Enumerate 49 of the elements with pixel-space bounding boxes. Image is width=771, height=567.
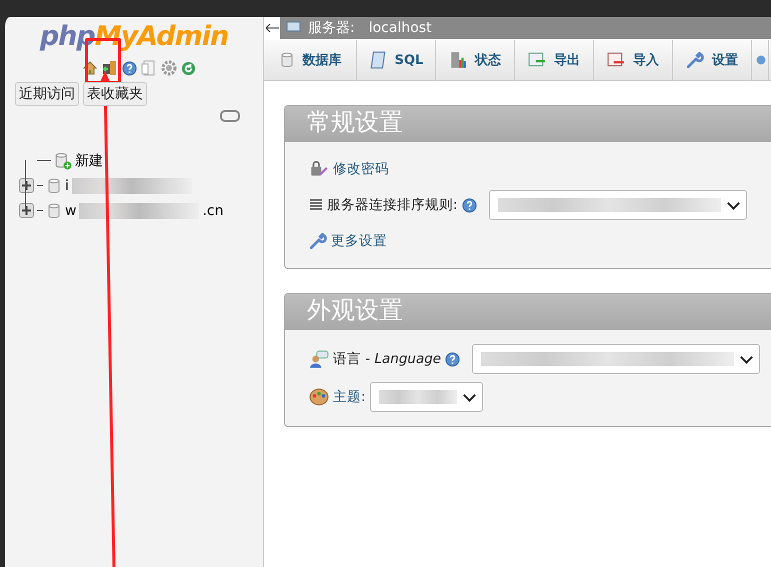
server-chart-icon (449, 51, 467, 69)
expand-icon[interactable] (19, 178, 34, 193)
dropdown-select[interactable] (488, 190, 747, 220)
expand-icon[interactable] (19, 203, 34, 218)
help-icon[interactable] (122, 60, 137, 76)
database-name-link[interactable]: i (65, 178, 69, 194)
scroll-icon (368, 51, 387, 69)
reload-icon[interactable] (181, 60, 196, 76)
padlock-pencil-icon (309, 160, 329, 178)
settings-link[interactable]: 修改密码 (333, 160, 389, 178)
field-label: 主题: (333, 388, 366, 406)
list-icon (309, 198, 323, 212)
database-add-icon (54, 152, 72, 170)
tab-icon (754, 53, 768, 67)
panel-header: 外观设置 (285, 294, 771, 330)
database-icon (46, 178, 62, 194)
breadcrumb-link[interactable]: localhost (368, 20, 432, 36)
database-name-link[interactable]: w (65, 202, 76, 218)
menu-tab[interactable]: SQL (357, 40, 436, 80)
wrench-icon (309, 232, 327, 250)
dropdown-select[interactable] (370, 382, 483, 412)
menu-tab[interactable]: 数据库 (264, 40, 357, 80)
wrench-icon (686, 51, 704, 69)
help-icon (462, 198, 477, 212)
field-label: 服务器连接排序规则: (327, 196, 458, 214)
palette-icon (309, 388, 329, 406)
panel-header: 常规设置 (285, 106, 771, 142)
door-exit-icon[interactable] (102, 60, 118, 76)
phpmyadmin-logo: phpMyAdmin (38, 20, 230, 52)
database-icon (278, 52, 294, 68)
database-name-link[interactable]: .cn (202, 202, 224, 218)
import-icon (607, 51, 625, 69)
menu-tab[interactable]: 状态 (436, 40, 515, 80)
menu-tab[interactable]: 导入 (594, 40, 673, 80)
tree-item-link[interactable]: 新建 (75, 152, 103, 170)
dropdown-select[interactable] (472, 344, 760, 374)
sidebar-tab-button[interactable]: 近期访问 (15, 82, 79, 106)
database-icon (46, 202, 62, 218)
help-icon (445, 352, 460, 366)
breadcrumb-label: 服务器: (308, 19, 355, 37)
menu-tab[interactable]: 导出 (515, 40, 594, 80)
sidebar-tab-button[interactable]: 表收藏夹 (83, 82, 147, 106)
field-label: 语言 - Language (333, 350, 442, 368)
export-icon (528, 51, 546, 69)
menu-tab[interactable]: 设置 (673, 40, 752, 80)
person-speech-icon (309, 350, 329, 368)
home-icon[interactable] (82, 60, 98, 76)
settings-link[interactable]: 更多设置 (331, 232, 387, 250)
settings-icon[interactable] (161, 60, 177, 76)
